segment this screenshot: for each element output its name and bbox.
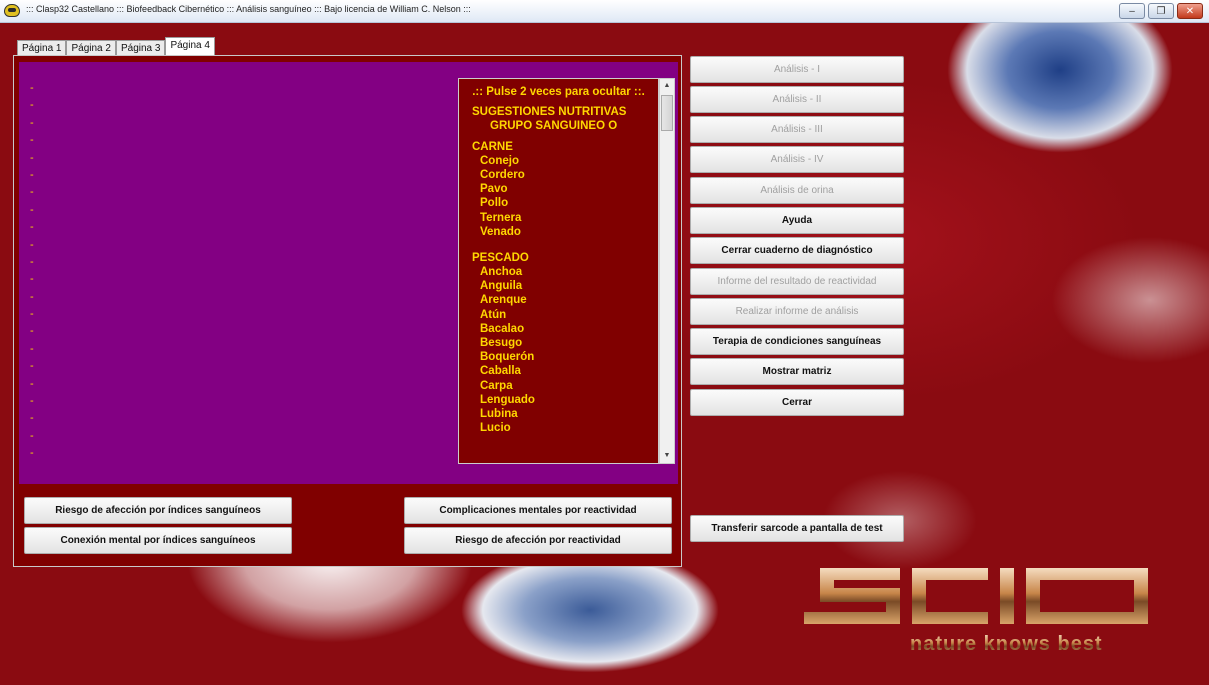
suggestions-title: SUGESTIONES NUTRITIVAS xyxy=(472,106,627,119)
dash-marker: - xyxy=(30,447,34,460)
list-item: Anchoa xyxy=(480,266,523,279)
dash-marker: - xyxy=(30,255,34,268)
riesgo-indices-button[interactable]: Riesgo de afección por índices sanguíneo… xyxy=(24,497,292,524)
analisis-orina-button[interactable]: Análisis de orina xyxy=(690,177,904,204)
window-controls: – ❐ ✕ xyxy=(1119,3,1203,19)
dash-marker: - xyxy=(30,412,34,425)
dash-marker: - xyxy=(30,151,34,164)
list-item: Pollo xyxy=(480,197,509,210)
dash-marker: - xyxy=(30,238,34,251)
list-item: Lenguado xyxy=(480,393,535,406)
suggestions-hide-hint: .:: Pulse 2 veces para ocultar ::. xyxy=(472,86,645,98)
page-tabs: Página 1 Página 2 Página 3 Página 4 xyxy=(17,37,215,58)
suggestions-subtitle: GRUPO SANGUINEO O xyxy=(490,120,618,133)
minimize-button[interactable]: – xyxy=(1119,3,1145,19)
scio-logo-letters xyxy=(804,568,1148,624)
scroll-up-arrow-icon[interactable]: ▲ xyxy=(660,79,674,93)
app-icon xyxy=(4,4,20,17)
list-item: Lucio xyxy=(480,422,511,435)
title-bar: ::: Clasp32 Castellano ::: Biofeedback C… xyxy=(0,0,1209,23)
logo-tagline: nature knows best xyxy=(910,633,1103,655)
dash-marker: - xyxy=(30,168,34,181)
list-item: Arenque xyxy=(480,294,527,307)
dash-marker: - xyxy=(30,186,34,199)
analisis-1-button[interactable]: Análisis - I xyxy=(690,56,904,83)
riesgo-reactividad-button[interactable]: Riesgo de afección por reactividad xyxy=(404,527,672,554)
dash-marker: - xyxy=(30,377,34,390)
ayuda-button[interactable]: Ayuda xyxy=(690,207,904,234)
dash-marker: - xyxy=(30,203,34,216)
list-item: Caballa xyxy=(480,365,521,378)
dash-marker: - xyxy=(30,308,34,321)
informe-reactividad-button[interactable]: Informe del resultado de reactividad xyxy=(690,268,904,295)
window-title: ::: Clasp32 Castellano ::: Biofeedback C… xyxy=(26,4,471,14)
list-item: Boquerón xyxy=(480,351,535,364)
dash-marker: - xyxy=(30,221,34,234)
section-heading: PESCADO xyxy=(472,251,529,264)
mostrar-matriz-button[interactable]: Mostrar matriz xyxy=(690,358,904,385)
dash-marker: - xyxy=(30,342,34,355)
list-item: Bacalao xyxy=(480,322,525,335)
analisis-3-button[interactable]: Análisis - III xyxy=(690,116,904,143)
dash-marker: - xyxy=(30,360,34,373)
analisis-2-button[interactable]: Análisis - II xyxy=(690,86,904,113)
transferir-sarcode-button[interactable]: Transferir sarcode a pantalla de test xyxy=(690,515,904,542)
dash-marker: - xyxy=(30,99,34,112)
list-item: Ternera xyxy=(480,211,522,224)
scroll-thumb[interactable] xyxy=(661,95,673,131)
list-item: Lubina xyxy=(480,407,518,420)
maximize-button[interactable]: ❐ xyxy=(1148,3,1174,19)
list-item: Anguila xyxy=(480,280,523,293)
scroll-down-arrow-icon[interactable]: ▼ xyxy=(660,449,674,463)
realizar-informe-button[interactable]: Realizar informe de análisis xyxy=(690,298,904,325)
suggestions-list[interactable]: .:: Pulse 2 veces para ocultar ::. SUGES… xyxy=(458,78,659,464)
list-item: Conejo xyxy=(480,154,519,167)
list-item: Cordero xyxy=(480,168,525,181)
dash-marker: - xyxy=(30,429,34,442)
analisis-4-button[interactable]: Análisis - IV xyxy=(690,146,904,173)
list-item: Pavo xyxy=(480,183,508,196)
cerrar-button[interactable]: Cerrar xyxy=(690,389,904,416)
dash-marker: - xyxy=(30,290,34,303)
terapia-button[interactable]: Terapia de condiciones sanguíneas xyxy=(690,328,904,355)
list-item: Atún xyxy=(480,308,507,321)
suggestions-scrollbar[interactable]: ▲ ▼ xyxy=(659,78,675,464)
list-item: Carpa xyxy=(480,379,513,392)
dash-list: - - - - - - - - - - - - - - - - - - - - - - xyxy=(30,80,50,463)
close-button[interactable]: ✕ xyxy=(1177,3,1203,19)
list-item: Venado xyxy=(480,225,521,238)
dash-marker: - xyxy=(30,116,34,129)
complicaciones-mentales-button[interactable]: Complicaciones mentales por reactividad xyxy=(404,497,672,524)
conexion-mental-indices-button[interactable]: Conexión mental por índices sanguíneos xyxy=(24,527,292,554)
scio-logo: nature knows best xyxy=(804,568,1148,655)
list-item: Besugo xyxy=(480,337,523,349)
dash-marker: - xyxy=(30,325,34,338)
dash-marker: - xyxy=(30,273,34,286)
cerrar-cuaderno-button[interactable]: Cerrar cuaderno de diagnóstico xyxy=(690,237,904,264)
dash-marker: - xyxy=(30,395,34,408)
dash-marker: - xyxy=(30,82,34,94)
section-heading: CARNE xyxy=(472,140,513,153)
dash-marker: - xyxy=(30,134,34,147)
